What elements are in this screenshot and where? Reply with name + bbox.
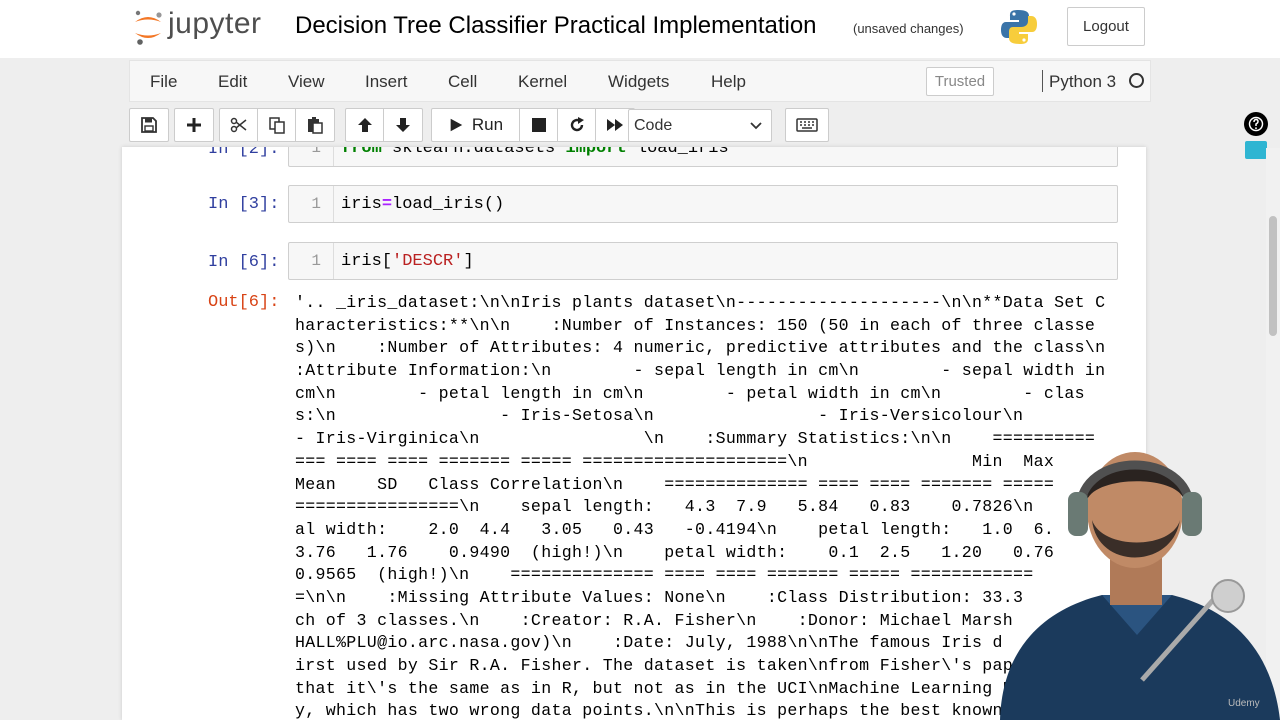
code-line[interactable]: iris=load_iris() <box>341 195 504 214</box>
trusted-indicator[interactable]: Trusted <box>926 67 994 96</box>
cell-prompt: In [6]: <box>208 253 280 272</box>
logout-button[interactable]: Logout <box>1067 7 1145 46</box>
cell-type-value: Code <box>634 116 673 134</box>
arrow-down-icon <box>396 118 410 132</box>
paste-icon <box>308 117 323 134</box>
cell-prompt: In [3]: <box>208 195 280 214</box>
kernel-idle-icon <box>1129 73 1144 88</box>
copy-button[interactable] <box>258 109 296 141</box>
output-line: '.. _iris_dataset:\n\nIris plants datase… <box>295 293 1106 312</box>
webcam-overlay-image <box>1000 452 1280 720</box>
menu-view[interactable]: View <box>288 72 325 92</box>
save-icon <box>141 117 157 133</box>
jupyter-logo-icon[interactable] <box>132 8 164 46</box>
restart-button[interactable] <box>558 109 596 141</box>
line-number: 1 <box>289 186 334 222</box>
notebook-title[interactable]: Decision Tree Classifier Practical Imple… <box>295 12 817 40</box>
copy-icon <box>268 117 285 134</box>
move-up-button[interactable] <box>346 109 384 141</box>
run-label: Run <box>471 115 504 134</box>
arrow-up-icon <box>357 118 372 132</box>
menubar: File Edit View Insert Cell Kernel Widget… <box>129 60 1151 102</box>
scrollbar-thumb[interactable] <box>1269 216 1277 336</box>
menu-kernel[interactable]: Kernel <box>518 72 567 92</box>
output-line: haracteristics:**\n\n :Number of Instanc… <box>295 315 1096 335</box>
cell-prompt: In [2]: <box>208 147 280 159</box>
cell-type-dropdown[interactable]: Code <box>628 109 772 142</box>
plus-icon <box>187 118 201 132</box>
insert-cell-button[interactable] <box>175 109 213 141</box>
output-line: s:\n - Iris-Setosa\n - Iris-Versicolour\… <box>295 406 1024 426</box>
run-button[interactable]: Run <box>432 109 520 141</box>
header-bar: jupyter Decision Tree Classifier Practic… <box>0 0 1280 58</box>
save-button[interactable] <box>130 109 168 141</box>
toolbar: Run Code <box>129 104 1151 146</box>
chevron-down-icon <box>750 122 762 130</box>
paste-button[interactable] <box>296 109 334 141</box>
kernel-name[interactable]: Python 3 <box>1049 72 1116 92</box>
insert-group <box>174 108 214 142</box>
move-group <box>345 108 423 142</box>
menu-help[interactable]: Help <box>711 72 746 92</box>
output-line: s)\n :Number of Attributes: 4 numeric, p… <box>295 338 1106 358</box>
save-status: (unsaved changes) <box>853 21 964 36</box>
fast-forward-icon <box>607 119 623 131</box>
code-cell[interactable]: 1 iris=load_iris() <box>288 185 1118 223</box>
scissors-icon <box>230 117 246 133</box>
output-prompt: Out[6]: <box>208 293 280 312</box>
udemy-watermark: Udemy <box>1228 698 1260 709</box>
menu-file[interactable]: File <box>150 72 177 92</box>
menu-cell[interactable]: Cell <box>448 72 477 92</box>
menu-edit[interactable]: Edit <box>218 72 247 92</box>
line-number: 1 <box>289 147 334 166</box>
menu-widgets[interactable]: Widgets <box>608 72 669 92</box>
edit-group <box>219 108 335 142</box>
stop-icon <box>531 118 546 132</box>
code-cell[interactable]: 1 from sklearn.datasets import load_iris <box>288 147 1118 167</box>
code-cell[interactable]: 1 iris['DESCR'] <box>288 242 1118 280</box>
play-icon <box>450 118 463 132</box>
code-line[interactable]: from sklearn.datasets import load_iris <box>341 147 729 158</box>
code-line[interactable]: iris['DESCR'] <box>341 252 474 271</box>
restart-icon <box>570 117 584 132</box>
python-logo-icon <box>1001 10 1037 44</box>
help-orb-icon[interactable] <box>1244 112 1268 136</box>
kernel-separator <box>1042 70 1043 92</box>
move-down-button[interactable] <box>384 109 422 141</box>
side-panel-tab[interactable] <box>1245 141 1267 159</box>
output-line: :Attribute Information:\n - sepal length… <box>295 361 1106 381</box>
question-icon <box>1248 116 1264 132</box>
cut-button[interactable] <box>220 109 258 141</box>
output-line: cm\n - petal length in cm\n - petal widt… <box>295 383 1085 403</box>
keyboard-icon <box>796 118 818 132</box>
run-group: Run <box>431 108 635 142</box>
jupyter-notebook-window: jupyter Decision Tree Classifier Practic… <box>0 0 1280 720</box>
jupyter-wordmark[interactable]: jupyter <box>168 7 262 41</box>
interrupt-button[interactable] <box>520 109 558 141</box>
command-palette-button[interactable] <box>785 108 829 142</box>
line-number: 1 <box>289 243 334 279</box>
save-group <box>129 108 169 142</box>
menu-insert[interactable]: Insert <box>365 72 408 92</box>
